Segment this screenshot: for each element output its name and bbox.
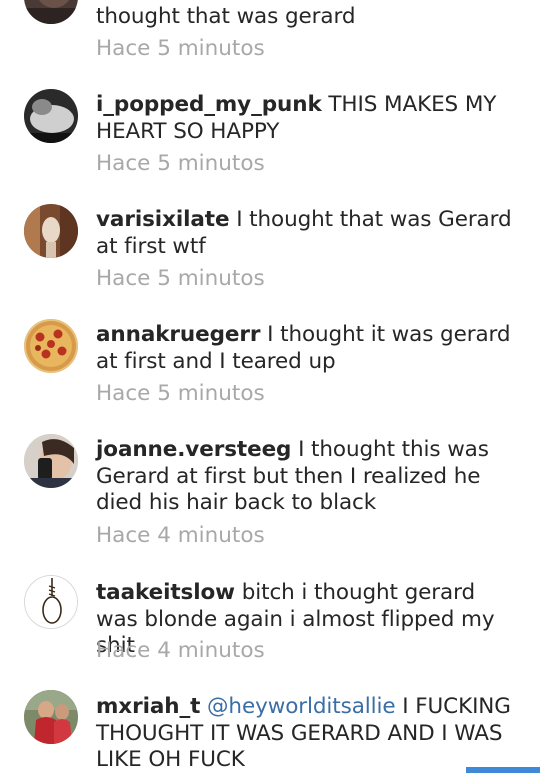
comment-timestamp: Hace 5 minutos xyxy=(96,151,265,176)
comment-text-block: mxriah_t @heyworlditsallie I FUCKING THO… xyxy=(96,694,516,773)
comment-username[interactable]: annakruegerr xyxy=(96,322,261,347)
user-avatar[interactable] xyxy=(24,575,78,629)
bottom-accent-bar xyxy=(466,767,540,773)
comment-text-block: varisixilate I thought that was Gerard a… xyxy=(96,207,516,260)
user-avatar[interactable] xyxy=(24,319,78,373)
comment-text-block: i_popped_my_punk THIS MAKES MY HEART SO … xyxy=(96,92,516,145)
user-avatar[interactable] xyxy=(24,0,78,24)
user-avatar[interactable] xyxy=(24,204,78,258)
comment-text-block: annakruegerr I thought it was gerard at … xyxy=(96,322,516,375)
comment-text: thought that was gerard xyxy=(96,4,356,29)
comment-username[interactable]: taakeitslow xyxy=(96,580,235,605)
comment-timestamp: Hace 4 minutos xyxy=(96,523,265,548)
user-avatar[interactable] xyxy=(24,434,78,488)
comment-username[interactable]: joanne.versteeg xyxy=(96,437,291,462)
comment-text-block: thought that was gerard xyxy=(96,4,516,31)
comment-username[interactable]: i_popped_my_punk xyxy=(96,92,322,117)
user-avatar[interactable] xyxy=(24,690,78,744)
comment-timestamp: Hace 5 minutos xyxy=(96,36,265,61)
comment-mention-link[interactable]: @heyworlditsallie xyxy=(207,694,396,719)
comment-timestamp: Hace 5 minutos xyxy=(96,266,265,291)
comment-text-block: joanne.versteeg I thought this was Gerar… xyxy=(96,437,516,517)
comment-username[interactable]: varisixilate xyxy=(96,207,230,232)
comment-username[interactable]: mxriah_t xyxy=(96,694,200,719)
comment-timestamp: Hace 4 minutos xyxy=(96,638,265,663)
user-avatar[interactable] xyxy=(24,89,78,143)
comment-timestamp: Hace 5 minutos xyxy=(96,381,265,406)
